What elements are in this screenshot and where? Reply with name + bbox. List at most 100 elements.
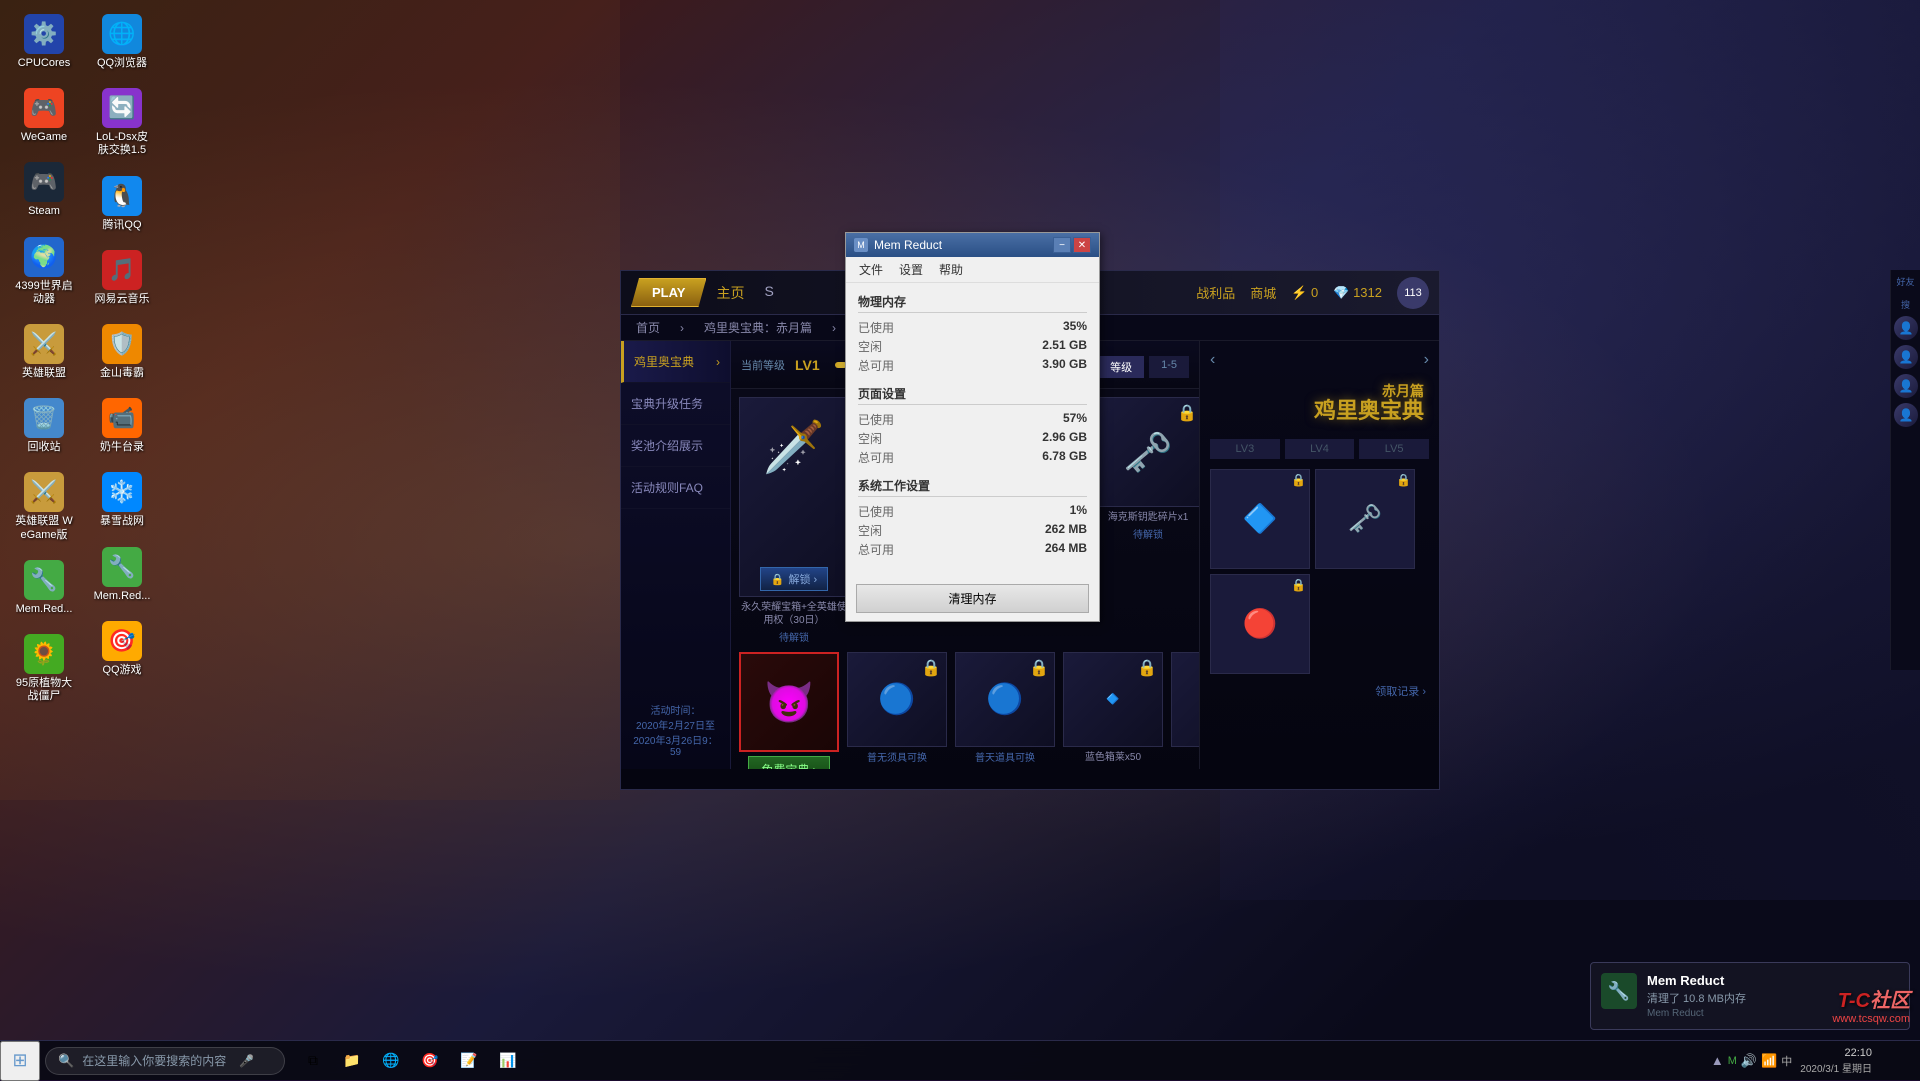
steam-icon: 🎮 xyxy=(24,162,64,202)
plants-label: 95原植物大战僵尸 xyxy=(14,677,74,703)
desktop-icon-memreduct2[interactable]: 🔧 Mem.Red... xyxy=(88,543,156,607)
battle-loot[interactable]: 战利品 xyxy=(1196,283,1235,302)
history-link[interactable]: 领取记录 › xyxy=(1205,679,1434,703)
sys-free-row: 空闲 262 MB xyxy=(858,521,1087,540)
unlock-button[interactable]: 🔒 解锁 › xyxy=(760,567,828,591)
clean-memory-button[interactable]: 清理内存 xyxy=(856,584,1089,613)
nav-arrow-right[interactable]: › xyxy=(1424,351,1429,369)
target-icon: 🎯 xyxy=(419,1050,441,1072)
system-work-title: 系统工作设置 xyxy=(858,477,1087,497)
desktop-icon-memreduct1[interactable]: 🔧 Mem.Red... xyxy=(10,556,78,620)
reward-status-0: 待解锁 xyxy=(779,629,809,644)
friend-avatar-2[interactable]: 👤 xyxy=(1894,345,1918,369)
dialog-minimize-button[interactable]: − xyxy=(1053,237,1071,253)
desktop-icon-lol[interactable]: ⚔️ 英雄联盟 xyxy=(10,320,78,384)
taskbar-app-browser[interactable]: 🌐 xyxy=(373,1043,409,1079)
phys-total-value: 3.90 GB xyxy=(1042,357,1087,374)
row2-label-3: 蓝色箱莱x50 xyxy=(1085,751,1141,764)
lv-tab-5[interactable]: LV5 xyxy=(1359,439,1429,459)
systray-mem-icon[interactable]: M xyxy=(1728,1055,1737,1067)
page-total-value: 6.78 GB xyxy=(1042,449,1087,466)
page-used-value: 57% xyxy=(1063,411,1087,428)
taskbar-app-chart[interactable]: 📊 xyxy=(490,1043,526,1079)
desktop-icon-recycle[interactable]: 🗑️ 回收站 xyxy=(10,394,78,458)
lv-tab-4[interactable]: LV4 xyxy=(1285,439,1355,459)
tab-range[interactable]: 1-5 xyxy=(1149,356,1189,378)
systray-up-icon[interactable]: ▲ xyxy=(1711,1053,1724,1068)
sidebar-item-faq[interactable]: 活动规则FAQ xyxy=(621,467,730,509)
page-total-row: 总可用 6.78 GB xyxy=(858,448,1087,467)
systray-vol-icon[interactable]: 🔊 xyxy=(1741,1053,1757,1069)
taskbar-app-taskview[interactable]: ⧉ xyxy=(295,1043,331,1079)
wegame-label: WeGame xyxy=(21,131,67,144)
systray-lang-icon: 中 xyxy=(1781,1053,1792,1069)
desktop-icon-lol-wegame[interactable]: ⚔️ 英雄联盟 WeGame版 xyxy=(10,468,78,545)
sidebar-label-3: 活动规则FAQ xyxy=(631,479,703,496)
history-text[interactable]: 领取记录 › xyxy=(1375,686,1426,698)
dialog-close-button[interactable]: ✕ xyxy=(1073,237,1091,253)
sidebar-item-upgrade[interactable]: 宝典升级任务 xyxy=(621,383,730,425)
breadcrumb-home[interactable]: 首页 xyxy=(636,319,660,336)
desktop-icon-netease-music[interactable]: 🎵 网易云音乐 xyxy=(88,246,156,310)
desktop-icon-naitai[interactable]: 📹 奶牛台录 xyxy=(88,394,156,458)
play-button[interactable]: PLAY xyxy=(631,278,706,307)
taskbar-time: 22:10 xyxy=(1844,1046,1872,1060)
taskbar-app-explorer[interactable]: 📁 xyxy=(334,1043,370,1079)
friend-avatar-1[interactable]: 👤 xyxy=(1894,316,1918,340)
phys-total-row: 总可用 3.90 GB xyxy=(858,356,1087,375)
desktop-icon-qq[interactable]: 🐧 腾讯QQ xyxy=(88,172,156,236)
lv-tab-3[interactable]: LV3 xyxy=(1210,439,1280,459)
tab-level[interactable]: 等级 xyxy=(1098,356,1144,378)
desktop-icon-blizzard[interactable]: ❄️ 暴雪战网 xyxy=(88,468,156,532)
dialog-titlebar: M Mem Reduct − ✕ xyxy=(846,233,1099,257)
naitai-icon: 📹 xyxy=(102,398,142,438)
taskbar-search-box[interactable]: 🔍 在这里输入你要搜索的内容 🎤 xyxy=(45,1047,285,1075)
notif-icon: 🔧 xyxy=(1601,973,1637,1009)
lock-icon-3: 🔒 xyxy=(1177,403,1197,423)
lv-tabs-right: LV3 LV4 LV5 xyxy=(1205,434,1434,464)
reward-box-3: 🔒 🗝️ xyxy=(1093,397,1199,507)
desktop-icon-95plants[interactable]: 🌻 95原植物大战僵尸 xyxy=(10,630,78,707)
avatar[interactable]: 113 xyxy=(1397,277,1429,309)
lock-gold-2: 🔒 xyxy=(1029,658,1049,678)
store[interactable]: 商城 xyxy=(1250,283,1276,302)
activity-time-text: 活动时间： 2020年2月27日至 2020年3月26日9：59 xyxy=(627,699,724,761)
lol-wegame-icon: ⚔️ xyxy=(24,472,64,512)
desktop-icon-jinshan[interactable]: 🛡️ 金山毒霸 xyxy=(88,320,156,384)
taskbar-app-edit[interactable]: 📝 xyxy=(451,1043,487,1079)
systray-net-icon[interactable]: 📶 xyxy=(1761,1053,1777,1069)
desktop-icon-steam[interactable]: 🎮 Steam xyxy=(10,158,78,222)
taskbar-app-target[interactable]: 🎯 xyxy=(412,1043,448,1079)
lock-gold-1: 🔒 xyxy=(921,658,941,678)
nav-arrow-left[interactable]: ‹ xyxy=(1210,351,1215,369)
sys-used-row: 已使用 1% xyxy=(858,502,1087,521)
menu-help[interactable]: 帮助 xyxy=(931,259,971,280)
netease-label: 网易云音乐 xyxy=(95,293,150,306)
nav-s[interactable]: S xyxy=(764,283,773,303)
show-desktop-button[interactable] xyxy=(1880,1041,1910,1081)
friend-avatar-3[interactable]: 👤 xyxy=(1894,374,1918,398)
desktop-icon-cpucores[interactable]: ⚙️ CPUCores xyxy=(10,10,78,74)
menu-settings[interactable]: 设置 xyxy=(891,259,931,280)
sidebar-item-pool[interactable]: 奖池介绍展示 xyxy=(621,425,730,467)
edit-icon: 📝 xyxy=(458,1050,480,1072)
world-icon: 🌍 xyxy=(24,237,64,277)
sidebar-arrow-0: › xyxy=(716,355,720,369)
breadcrumb-current[interactable]: 鸡里奥宝典：赤月篇 xyxy=(704,319,812,336)
notif-source: Mem Reduct xyxy=(1647,1008,1746,1019)
sidebar-item-baodian[interactable]: 鸡里奥宝典 › xyxy=(621,341,730,383)
row2-status-1: 普无须具可换 xyxy=(867,749,927,764)
desktop-icon-wegame[interactable]: 🎮 WeGame xyxy=(10,84,78,148)
taskbar-clock[interactable]: 22:10 2020/3/1 星期日 xyxy=(1800,1046,1872,1075)
desktop-icon-qqbrowser[interactable]: 🌐 QQ浏览器 xyxy=(88,10,156,74)
desktop-icon-qqgame[interactable]: 🎯 QQ游戏 xyxy=(88,617,156,681)
menu-file[interactable]: 文件 xyxy=(851,259,891,280)
nav-home[interactable]: 主页 xyxy=(716,283,744,303)
start-button[interactable]: ⊞ xyxy=(0,1041,40,1081)
desktop-icon-world[interactable]: 🌍 4399世界启动器 xyxy=(10,233,78,310)
free-reward-button[interactable]: 免费宝典 › xyxy=(748,756,829,769)
desktop-icon-lol-exchanger[interactable]: 🔄 LoL-Dsx皮肤交换1.5 xyxy=(88,84,156,161)
rr-3: 🔒 🔴 xyxy=(1210,574,1310,674)
phys-used-value: 35% xyxy=(1063,319,1087,336)
friend-avatar-4[interactable]: 👤 xyxy=(1894,403,1918,427)
